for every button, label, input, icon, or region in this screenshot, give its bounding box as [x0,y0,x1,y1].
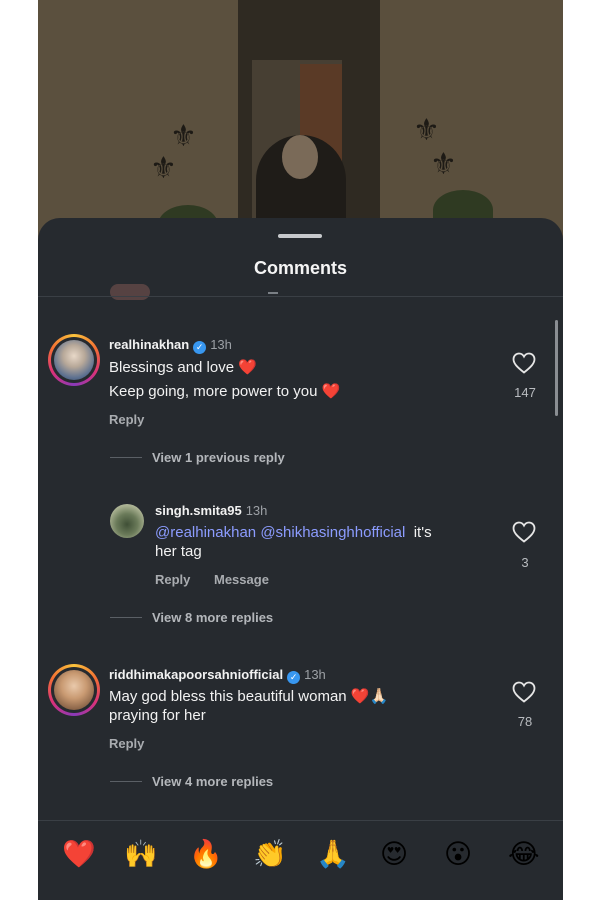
view-more-replies-button[interactable]: View 8 more replies [152,610,273,625]
tears-of-joy-icon[interactable]: 😂 [508,839,540,871]
drag-handle[interactable] [278,234,322,238]
like-count: 147 [514,385,536,400]
partial-avatar [110,284,150,300]
phone-screen: ⚜ ⚜ ⚜ ⚜ Comments realhinakhan ✓ 13h Blessi… [38,0,563,900]
heart-emoji: ❤️ [238,359,257,376]
mention-link[interactable]: @realhinakhan [155,524,256,541]
heart-emoji: ❤️ [321,383,341,400]
avatar-border [51,667,97,713]
wall-ornament-icon: ⚜ [430,148,457,181]
avatar [54,670,94,710]
comment-username[interactable]: singh.smita95 13h [155,503,267,518]
wall-ornament-icon: ⚜ [150,152,177,185]
comment-text: May god bless this beautiful woman [109,688,347,705]
comment-time: 13h [210,337,232,352]
avatar[interactable] [110,504,144,538]
wall-ornament-icon: ⚜ [170,120,197,153]
view-replies-line [110,617,142,618]
view-replies-line [110,457,142,458]
header-divider [38,296,563,297]
username-text[interactable]: realhinakhan [109,337,189,352]
like-count: 3 [521,555,529,570]
avatar-story-ring[interactable] [48,664,100,716]
clapping-hands-icon[interactable]: 👏 [253,839,287,871]
view-replies-line [110,781,142,782]
person-head [282,135,318,179]
sheet-title: Comments [253,258,347,278]
avatar-border [51,337,97,383]
heart-emoji: ❤️ [350,688,370,705]
username-text[interactable]: singh.smita95 [155,503,242,518]
red-heart-icon[interactable]: ❤️ [62,839,96,871]
view-more-replies-button[interactable]: View 4 more replies [152,774,273,789]
message-button[interactable]: Message [214,572,269,587]
partial-text [268,292,278,294]
comment-text-line: Keep going, more power to you ❤️ [109,380,340,404]
comments-sheet: Comments realhinakhan ✓ 13h Blessings and … [38,218,563,900]
avatar [54,340,94,380]
reply-button[interactable]: Reply [155,572,190,587]
emoji-reaction-bar: ❤️ 🙌 🔥 👏 🙏 😍 😮 😂 [38,820,563,900]
reply-button[interactable]: Reply [109,412,144,427]
surprised-face-icon[interactable]: 😮 [444,839,472,871]
raising-hands-icon[interactable]: 🙌 [124,839,158,871]
comment-text: Keep going, more power to you [109,383,318,400]
view-previous-reply-button[interactable]: View 1 previous reply [152,450,285,465]
verified-badge-icon: ✓ [287,671,301,684]
folded-hands-icon[interactable]: 🙏 [316,839,350,871]
like-heart-icon[interactable] [512,352,536,374]
comment-text: Blessings and love [109,359,235,376]
comment-text-line: her tag [155,543,202,560]
comment-time: 13h [304,667,326,682]
comment-time: 13h [245,503,268,518]
scrollbar[interactable] [555,320,558,416]
like-count: 78 [517,714,533,729]
comment-text-line: praying for her [109,707,206,724]
mention-link[interactable]: @shikhasinghhofficial [260,524,405,541]
username-text[interactable]: riddhimakapoorsahniofficial [109,667,283,682]
comment-text: it's [413,524,432,541]
fire-icon[interactable]: 🔥 [189,839,223,871]
wall-ornament-icon: ⚜ [413,114,440,147]
like-heart-icon[interactable] [512,681,536,703]
like-heart-icon[interactable] [512,521,536,543]
reply-button[interactable]: Reply [109,736,144,751]
comment-text-line: Blessings and love ❤️ [109,356,257,380]
comment-username[interactable]: realhinakhan ✓ 13h [109,337,232,354]
comment-username[interactable]: riddhimakapoorsahniofficial ✓ 13h [109,667,326,684]
verified-badge-icon: ✓ [193,341,207,354]
heart-eyes-icon[interactable]: 😍 [380,839,408,871]
avatar-story-ring[interactable] [48,334,100,386]
praying-emoji: 🙏🏻 [369,688,389,705]
